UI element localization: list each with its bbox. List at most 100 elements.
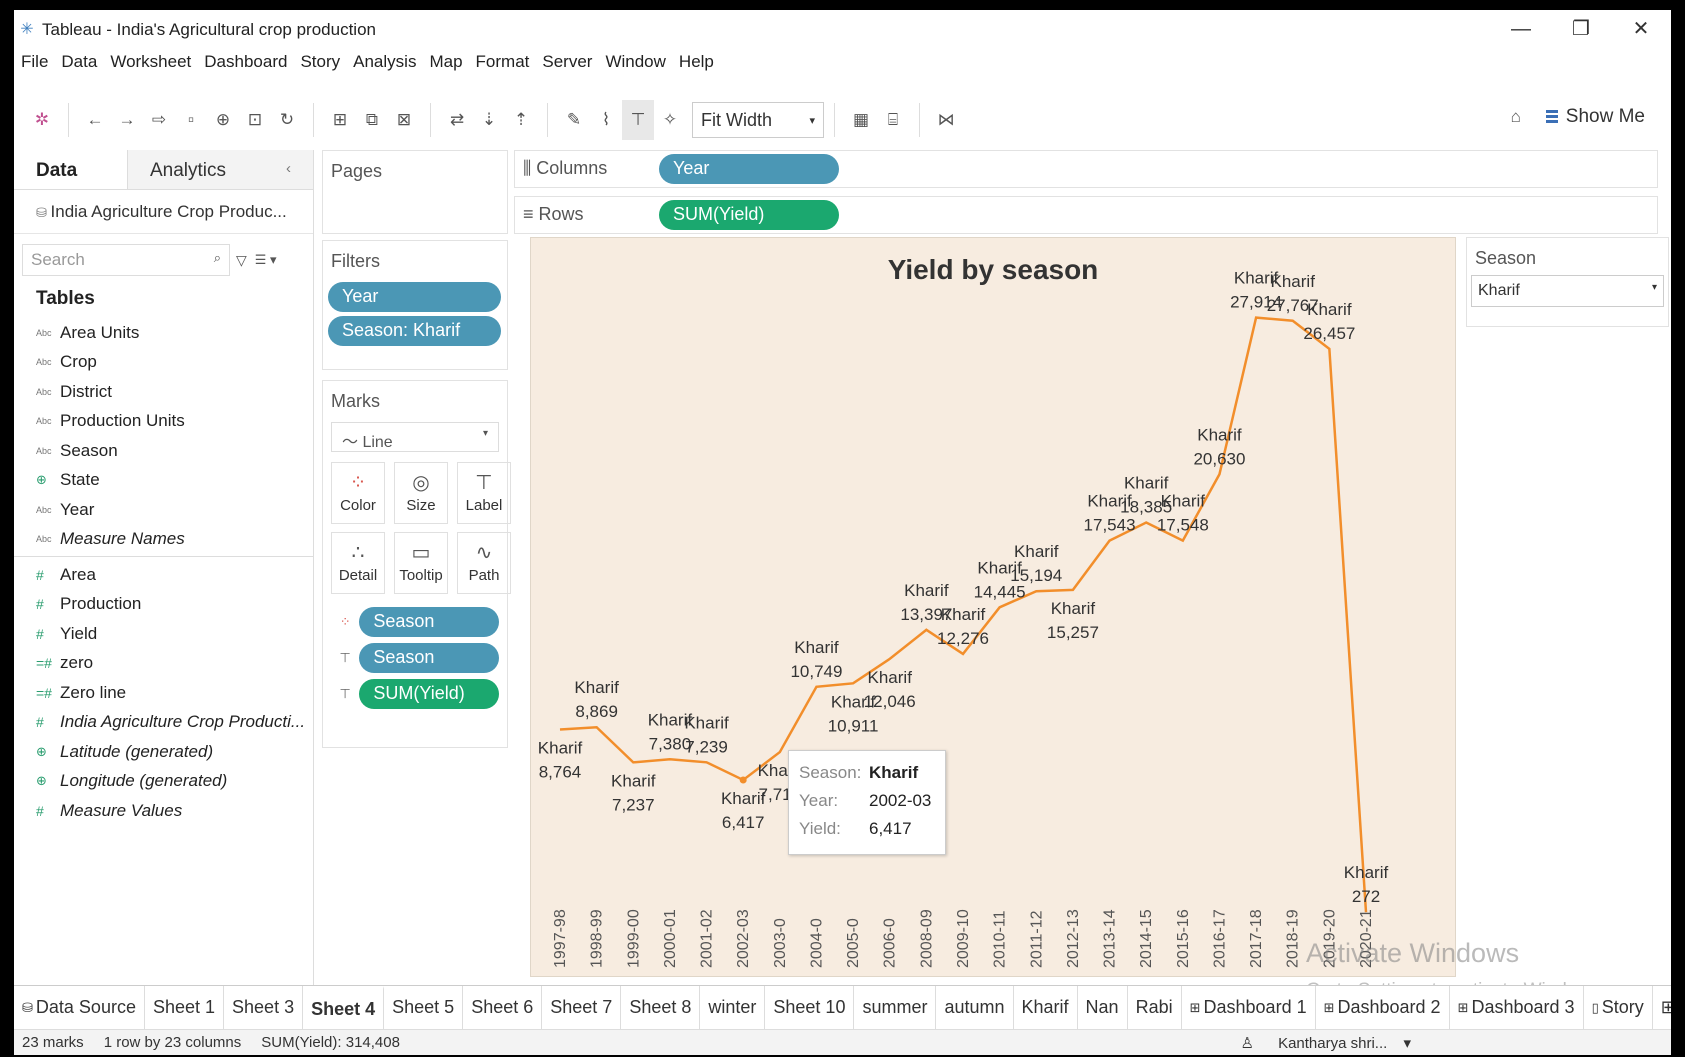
pages-card[interactable]: Pages <box>322 150 508 234</box>
redo-icon[interactable]: → <box>111 110 143 130</box>
pause-updates-icon[interactable]: ⊡ <box>239 110 271 130</box>
sort-descending-icon[interactable]: ⇡ <box>505 110 537 130</box>
share-icon[interactable]: ⋈ <box>930 110 962 130</box>
tableau-home-icon[interactable]: ✲ <box>26 110 58 130</box>
marks-pill-season-color[interactable]: Season <box>359 607 499 637</box>
color-button[interactable]: ⁘ Color <box>331 462 385 524</box>
sheet-tab-rabi[interactable]: Rabi <box>1128 986 1182 1029</box>
field-production-units[interactable]: Abc Production Units <box>14 407 313 437</box>
tab-data[interactable]: Data <box>14 150 128 189</box>
sheet-tab-sheet-10[interactable]: Sheet 10 <box>765 986 855 1029</box>
menu-analysis[interactable]: Analysis <box>353 52 416 78</box>
new-datasource-icon[interactable]: ⊕ <box>207 110 239 130</box>
marks-pill-sum-yield[interactable]: SUM(Yield) <box>359 679 499 709</box>
season-filter-dropdown[interactable]: Kharif ▾ <box>1471 275 1664 307</box>
path-button[interactable]: ∿ Path <box>457 532 511 594</box>
marks-pill-season-label[interactable]: Season <box>359 643 499 673</box>
highlight-icon[interactable]: ✎ <box>558 110 590 130</box>
rows-shelf[interactable]: ≡ Rows SUM(Yield) <box>514 196 1658 234</box>
save-icon[interactable]: ▫ <box>175 110 207 130</box>
field-measure-names[interactable]: Abc Measure Names <box>14 525 313 555</box>
replay-icon[interactable]: ⇨ <box>143 110 175 130</box>
field-year[interactable]: Abc Year <box>14 495 313 525</box>
tooltip-button[interactable]: ▭ Tooltip <box>394 532 448 594</box>
columns-shelf[interactable]: ⫼ Columns Year <box>514 150 1658 188</box>
menu-map[interactable]: Map <box>429 52 462 78</box>
detail-button[interactable]: ∴ Detail <box>331 532 385 594</box>
field-crop[interactable]: Abc Crop <box>14 348 313 378</box>
filter-pill-season[interactable]: Season: Kharif <box>328 316 501 346</box>
sheet-tab-story[interactable]: ▯ Story <box>1584 986 1653 1029</box>
sheet-tab-summer[interactable]: summer <box>854 986 937 1029</box>
sheet-tab-kharif[interactable]: Kharif <box>1014 986 1078 1029</box>
sheet-tab-nan[interactable]: Nan <box>1078 986 1128 1029</box>
clear-sheet-icon[interactable]: ⊠ <box>388 110 420 130</box>
field-india-agriculture-crop-producti[interactable]: # India Agriculture Crop Producti... <box>14 708 313 738</box>
menu-window[interactable]: Window <box>605 52 665 78</box>
group-icon[interactable]: ⌇ <box>590 110 622 130</box>
paintbrush-icon[interactable]: ⌂ <box>1500 107 1532 127</box>
field-yield[interactable]: # Yield <box>14 619 313 649</box>
yield-line-chart[interactable]: Kharif 8,764 Kharif 8,869 Kharif 7,237 Kharif 7… <box>531 238 1457 978</box>
sheet-tab-dashboard-3[interactable]: ⊞ Dashboard 3 <box>1450 986 1584 1029</box>
presentation-icon[interactable]: ⌸ <box>877 110 909 130</box>
field-season[interactable]: Abc Season <box>14 436 313 466</box>
menu-format[interactable]: Format <box>476 52 530 78</box>
sheet-tab-sheet-8[interactable]: Sheet 8 <box>621 986 701 1029</box>
show-labels-icon[interactable]: ⊤ <box>622 100 654 140</box>
collapse-icon[interactable]: ‹ <box>286 160 291 177</box>
fit-width-dropdown[interactable]: Fit Width ▾ <box>692 102 824 138</box>
field-state[interactable]: ⊕ State <box>14 466 313 496</box>
fix-axes-icon[interactable]: ✧ <box>654 110 686 130</box>
search-input[interactable]: Search ⌕ <box>22 244 230 276</box>
filter-pill-year[interactable]: Year <box>328 282 501 312</box>
menu-story[interactable]: Story <box>300 52 340 78</box>
menu-worksheet[interactable]: Worksheet <box>110 52 191 78</box>
sheet-tab-dashboard-1[interactable]: ⊞ Dashboard 1 <box>1182 986 1316 1029</box>
menu-server[interactable]: Server <box>542 52 592 78</box>
rows-pill-sum-yield[interactable]: SUM(Yield) <box>659 200 839 230</box>
menu-file[interactable]: File <box>21 52 48 78</box>
field-measure-values[interactable]: # Measure Values <box>14 796 313 826</box>
sheet-tab-data-source[interactable]: ⛁ Data Source <box>14 986 145 1029</box>
cards-icon[interactable]: ▦ <box>845 110 877 130</box>
sheet-tab-autumn[interactable]: autumn <box>936 986 1014 1029</box>
swap-icon[interactable]: ⇄ <box>441 110 473 130</box>
show-me-button[interactable]: ⌂ Show Me <box>1500 106 1645 128</box>
sheet-tab-dashboard-2[interactable]: ⊞ Dashboard 2 <box>1316 986 1450 1029</box>
field-zero[interactable]: =# zero <box>14 649 313 679</box>
datasource-item[interactable]: ⛁ India Agriculture Crop Produc... <box>14 190 313 234</box>
field-latitude-generated[interactable]: ⊕ Latitude (generated) <box>14 737 313 767</box>
sheet-tab-sheet-7[interactable]: Sheet 7 <box>542 986 622 1029</box>
new-worksheet-icon[interactable]: ⊞ <box>324 110 356 130</box>
field-district[interactable]: Abc District <box>14 377 313 407</box>
field-longitude-generated[interactable]: ⊕ Longitude (generated) <box>14 767 313 797</box>
tab-analytics[interactable]: Analytics ‹ <box>128 150 313 189</box>
chart-area[interactable]: Yield by season Kharif 8,764 Kharif 8,869 Kh… <box>530 237 1456 977</box>
new-sheet-buttons[interactable]: ⊞ ⊞ ⊡ <box>1653 986 1671 1029</box>
menu-dashboard[interactable]: Dashboard <box>204 52 287 78</box>
columns-pill-year[interactable]: Year <box>659 154 839 184</box>
menu-data[interactable]: Data <box>61 52 97 78</box>
sheet-tab-sheet-6[interactable]: Sheet 6 <box>463 986 543 1029</box>
user-menu[interactable]: ♙ Kantharya shri... ▾ <box>1232 1034 1411 1052</box>
view-options-icon[interactable]: ☰ ▾ <box>255 252 277 268</box>
undo-icon[interactable]: ← <box>79 110 111 130</box>
label-button[interactable]: ⊤ Label <box>457 462 511 524</box>
field-area[interactable]: # Area <box>14 560 313 590</box>
data-point[interactable] <box>739 776 747 784</box>
duplicate-sheet-icon[interactable]: ⧉ <box>356 110 388 130</box>
filter-icon[interactable]: ▽ <box>236 252 247 269</box>
sheet-tab-winter[interactable]: winter <box>700 986 766 1029</box>
sheet-tab-sheet-1[interactable]: Sheet 1 <box>145 986 225 1029</box>
close-button[interactable]: ✕ <box>1611 10 1671 50</box>
minimize-button[interactable]: — <box>1491 10 1551 50</box>
sort-ascending-icon[interactable]: ⇣ <box>473 110 505 130</box>
menu-help[interactable]: Help <box>679 52 714 78</box>
field-area-units[interactable]: Abc Area Units <box>14 318 313 348</box>
field-zero-line[interactable]: =# Zero line <box>14 678 313 708</box>
restore-button[interactable]: ❐ <box>1551 10 1611 50</box>
sheet-tab-sheet-5[interactable]: Sheet 5 <box>384 986 464 1029</box>
sheet-tab-sheet-4[interactable]: Sheet 4 <box>303 986 385 1029</box>
size-button[interactable]: ◎ Size <box>394 462 448 524</box>
